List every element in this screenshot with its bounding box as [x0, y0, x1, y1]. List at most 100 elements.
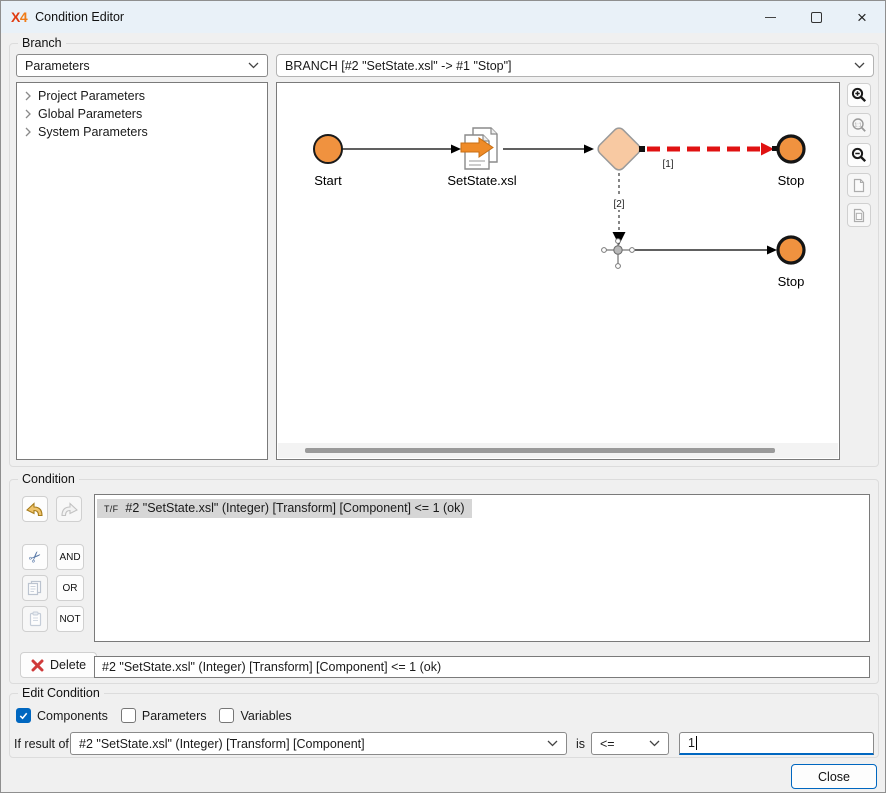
paste-button[interactable] — [22, 606, 48, 632]
branch-group-label: Branch — [18, 36, 66, 50]
paste-icon — [28, 611, 43, 627]
transform-node-label: SetState.xsl — [447, 173, 516, 188]
parameters-checkbox-label: Parameters — [142, 709, 207, 723]
tree-item-project-parameters[interactable]: Project Parameters — [17, 87, 267, 105]
close-icon: × — [857, 9, 867, 26]
chevron-down-icon — [547, 740, 558, 747]
condition-group: Condition ✂ AND OR — [9, 479, 879, 684]
scrollbar-thumb[interactable] — [305, 448, 775, 453]
branch-select[interactable]: BRANCH [#2 "SetState.xsl" -> #1 "Stop"] — [276, 54, 874, 77]
chevron-right-icon — [25, 127, 31, 137]
variables-checkbox-item[interactable]: Variables — [219, 708, 291, 723]
tree-item-label: System Parameters — [38, 125, 148, 139]
branch-2-edge-label: [2] — [613, 199, 624, 210]
scissors-icon: ✂ — [24, 546, 46, 568]
process-flow-diagram: Start SetState.xsl — [277, 83, 837, 441]
junction-node[interactable] — [602, 239, 635, 269]
tree-item-label: Global Parameters — [38, 107, 142, 121]
parameter-category-select[interactable]: Parameters — [16, 54, 268, 77]
is-label: is — [576, 732, 585, 755]
cut-button[interactable]: ✂ — [22, 544, 48, 570]
minimize-button[interactable] — [747, 1, 793, 33]
stop-node-2[interactable] — [778, 237, 804, 263]
condition-list-row[interactable]: T/F #2 "SetState.xsl" (Integer) [Transfo… — [97, 499, 472, 518]
comparison-value-input[interactable]: 1 — [679, 732, 874, 755]
chevron-down-icon — [854, 62, 865, 69]
chevron-down-icon — [649, 740, 660, 747]
components-checkbox[interactable] — [16, 708, 31, 723]
diagram-horizontal-scrollbar[interactable] — [278, 443, 838, 458]
zoom-actual-size-button[interactable]: 1:1 — [847, 113, 871, 137]
start-node-label: Start — [314, 173, 342, 188]
app-logo: X4 — [11, 9, 27, 25]
comparison-value-text: 1 — [688, 736, 695, 750]
branch-group: Branch Parameters BRANCH [#2 "SetState.x… — [9, 43, 879, 467]
and-button[interactable]: AND — [56, 544, 84, 570]
text-caret — [696, 736, 697, 750]
delete-button-label: Delete — [50, 658, 86, 672]
not-button[interactable]: NOT — [56, 606, 84, 632]
variables-checkbox[interactable] — [219, 708, 234, 723]
result-of-select[interactable]: #2 "SetState.xsl" (Integer) [Transform] … — [70, 732, 567, 755]
condition-summary-field: #2 "SetState.xsl" (Integer) [Transform] … — [94, 656, 870, 678]
close-button-label: Close — [818, 770, 850, 784]
minimize-icon — [765, 17, 776, 18]
components-checkbox-item[interactable]: Components — [16, 708, 108, 723]
zoom-out-button[interactable] — [847, 143, 871, 167]
start-node[interactable] — [314, 135, 342, 163]
operator-select[interactable]: <= — [591, 732, 669, 755]
window-title: Condition Editor — [35, 10, 124, 24]
copy-button[interactable] — [22, 575, 48, 601]
transform-node-icon[interactable] — [461, 128, 497, 169]
close-button[interactable]: Close — [791, 764, 877, 789]
result-of-value: #2 "SetState.xsl" (Integer) [Transform] … — [79, 737, 541, 751]
chevron-down-icon — [248, 62, 259, 69]
gateway-node[interactable] — [596, 126, 643, 173]
fit-page-width-button[interactable] — [847, 203, 871, 227]
page-icon — [852, 178, 866, 193]
condition-group-label: Condition — [18, 472, 79, 486]
zoom-one-to-one-icon: 1:1 — [851, 117, 867, 133]
undo-button[interactable] — [22, 496, 48, 522]
zoom-out-icon — [851, 147, 867, 163]
branch-select-value: BRANCH [#2 "SetState.xsl" -> #1 "Stop"] — [285, 59, 848, 73]
stop-node-1-label: Stop — [778, 173, 805, 188]
zoom-in-button[interactable] — [847, 83, 871, 107]
zoom-in-icon — [851, 87, 867, 103]
check-icon — [18, 710, 29, 721]
fit-to-page-button[interactable] — [847, 173, 871, 197]
or-button[interactable]: OR — [56, 575, 84, 601]
maximize-button[interactable] — [793, 1, 839, 33]
tree-item-global-parameters[interactable]: Global Parameters — [17, 105, 267, 123]
condition-list[interactable]: T/F #2 "SetState.xsl" (Integer) [Transfo… — [94, 494, 870, 642]
undo-icon — [25, 500, 45, 518]
parameters-checkbox[interactable] — [121, 708, 136, 723]
edit-condition-group: Edit Condition Components Parameters Var… — [9, 693, 879, 758]
close-window-button[interactable]: × — [839, 1, 885, 33]
diagram-zoom-toolbar: 1:1 — [847, 83, 871, 227]
stop-node-2-label: Stop — [778, 274, 805, 289]
delete-button[interactable]: Delete — [20, 652, 97, 678]
stop-node-1[interactable] — [778, 136, 804, 162]
and-button-label: AND — [59, 552, 80, 563]
copy-icon — [27, 580, 43, 596]
redo-icon — [59, 500, 79, 518]
condition-row-text: #2 "SetState.xsl" (Integer) [Transform] … — [125, 501, 464, 515]
maximize-icon — [811, 12, 822, 23]
condition-summary-text: #2 "SetState.xsl" (Integer) [Transform] … — [102, 660, 441, 674]
variables-checkbox-label: Variables — [240, 709, 291, 723]
tree-item-system-parameters[interactable]: System Parameters — [17, 123, 267, 141]
if-result-of-label: If result of — [14, 732, 69, 755]
parameter-tree: Project Parameters Global Parameters Sys… — [16, 82, 268, 460]
redo-button[interactable] — [56, 496, 82, 522]
or-button-label: OR — [63, 583, 78, 594]
parameters-checkbox-item[interactable]: Parameters — [121, 708, 207, 723]
page-width-icon — [852, 208, 866, 223]
not-button-label: NOT — [59, 614, 80, 625]
parameter-category-value: Parameters — [25, 59, 242, 73]
operator-value: <= — [600, 737, 643, 751]
svg-text:1:1: 1:1 — [854, 122, 861, 128]
tree-item-label: Project Parameters — [38, 89, 145, 103]
condition-type-badge: T/F — [104, 504, 118, 514]
process-diagram-canvas[interactable]: Start SetState.xsl — [276, 82, 840, 460]
